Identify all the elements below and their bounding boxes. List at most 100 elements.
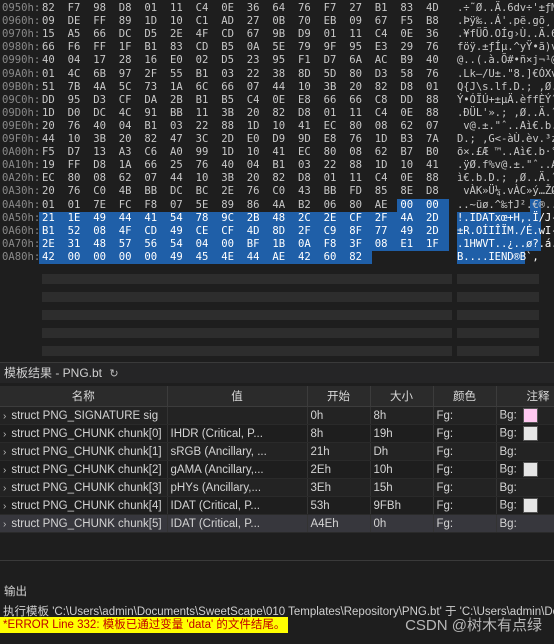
hex-byte[interactable]: 1D [221,146,235,159]
hex-byte[interactable]: 62 [119,172,133,185]
hex-row-ascii[interactable]: õ×.£Æ ™..Aì€.b·° [457,146,554,159]
hex-row-ascii[interactable]: D.; ‚G<-àÙ.èv.³z [457,133,554,146]
hex-byte[interactable]: 82 [375,81,389,94]
hex-byte[interactable]: 22 [196,120,210,133]
hex-row[interactable]: 0950h: 82 F7 98 D8 01 11 C4 0E 36 64 76 F7 27 B1 83 4D .÷… [0,2,554,15]
hex-byte[interactable]: 97 [119,68,133,81]
hex-byte[interactable]: C4 [196,2,210,15]
hex-byte[interactable]: 20 [42,185,56,198]
hex-byte[interactable]: 86 [247,199,261,212]
hex-byte[interactable]: 57 [119,238,133,251]
template-row[interactable]: › struct PNG_CHUNK chunk[2] gAMA (Ancillar… [0,460,554,479]
hex-byte[interactable]: 88 [426,94,440,107]
refresh-icon[interactable]: ↻ [109,364,118,384]
hex-byte[interactable]: 85 [375,185,389,198]
hex-byte[interactable]: D5 [221,54,235,67]
hex-row-ascii[interactable]: ..~üø.^‰†J².€®.. [457,199,554,212]
hex-byte[interactable]: 66 [221,81,235,94]
hex-byte[interactable]: 03 [298,159,312,172]
hex-byte[interactable]: 60 [324,251,338,264]
chevron-right-icon[interactable]: › [3,411,6,422]
hex-byte[interactable]: 83 [400,2,414,15]
hex-byte[interactable]: 3F [349,238,363,251]
hex-byte[interactable]: 04 [196,238,210,251]
hex-byte[interactable]: 76 [426,41,440,54]
hex-row[interactable]: 0980h: 66 F6 FF 1F B1 83 CD B5 0A 5E 79 9F 95 E3 29 76 fö… [0,41,554,54]
hex-byte[interactable]: 10 [272,120,286,133]
hex-byte[interactable]: 2D [221,133,235,146]
hex-byte[interactable]: 2F [298,225,312,238]
hex-byte[interactable]: 08 [93,172,107,185]
hex-byte[interactable]: 79 [298,41,312,54]
chevron-right-icon[interactable]: › [3,483,6,494]
hex-byte[interactable]: 41 [298,120,312,133]
hex-byte[interactable]: B8 [426,15,440,28]
hex-byte[interactable]: DD [42,94,56,107]
hex-byte[interactable]: E0 [170,54,184,67]
hex-byte[interactable]: 0A [247,41,261,54]
hex-byte[interactable]: 4F [119,225,133,238]
hex-byte[interactable]: D5 [144,28,158,41]
hex-byte[interactable]: DC [170,185,184,198]
hex-byte[interactable]: F1 [298,54,312,67]
hex-byte[interactable]: B2 [298,199,312,212]
hex-byte[interactable]: 98 [93,2,107,15]
template-row[interactable]: › struct PNG_CHUNK chunk[0] IHDR (Critical… [0,424,554,443]
hex-byte[interactable]: 66 [324,94,338,107]
template-row[interactable]: › struct PNG_SIGNATURE sig 0h 8h Fg: Bg: [0,406,554,425]
hex-byte[interactable]: 09 [349,15,363,28]
hex-byte[interactable]: 49 [170,225,184,238]
hex-row-ascii[interactable]: @..(.à.Õ#•ñ×j¬¹@ [457,54,554,67]
template-row-bg[interactable]: Bg: [496,478,554,497]
hex-row-ascii[interactable]: .ÐÜL'».; ‚Ø..Ä.ˆ [457,107,554,120]
hex-row[interactable]: 0A40h: 01 01 7E FC F8 07 5E 89 86 4A B2 06 80 AE 00 00..… [0,198,554,212]
hex-byte[interactable]: 1D [144,15,158,28]
hex-byte[interactable]: 7E [93,199,107,212]
hex-byte[interactable]: 4C [68,68,82,81]
hex-row-ascii[interactable]: .ÿØ.f%v@.±."ˆ..A [457,159,554,172]
hex-byte[interactable]: C6 [144,146,158,159]
hex-byte[interactable]: 76 [298,2,312,15]
column-header-start[interactable]: 开始 [307,386,371,407]
hex-row[interactable]: 0A20h: EC 80 08 62 07 44 10 3B 20 82 D8 01 11 C4 0E 88 ì€… [0,172,554,185]
hex-byte[interactable]: D8 [298,172,312,185]
chevron-right-icon[interactable]: › [3,429,6,440]
template-row-bg[interactable]: Bg: [496,442,554,461]
hex-row[interactable]: 0990h: 40 04 17 28 16 E0 02 D5 23 95 F1 D7 6A AC B9 40 @.… [0,54,554,67]
hex-byte[interactable]: 76 [247,185,261,198]
template-row-name[interactable]: › struct PNG_CHUNK chunk[0] [0,424,168,443]
hex-byte[interactable]: 4F [196,28,210,41]
hex-row-ascii[interactable]: .Lk—/U±."8.]€ÓXv [457,68,554,81]
template-row-bg[interactable]: Bg: [496,424,554,443]
hex-byte[interactable]: 91 [144,107,158,120]
hex-byte[interactable]: 11 [349,172,363,185]
template-row-bg[interactable]: Bg: [496,514,554,533]
hex-byte[interactable]: 4A [272,199,286,212]
hex-byte[interactable]: 08 [349,146,363,159]
hex-byte[interactable]: D9 [272,133,286,146]
hex-byte[interactable]: 06 [324,199,338,212]
hex-byte[interactable]: 01 [324,28,338,41]
hex-byte[interactable]: CF [221,225,235,238]
hex-byte[interactable]: E8 [298,94,312,107]
hex-byte[interactable]: B1 [144,41,158,54]
hex-byte[interactable]: CD [196,41,210,54]
hex-byte[interactable]: F7 [68,2,82,15]
hex-byte[interactable]: 88 [349,159,363,172]
hex-byte[interactable]: 78 [196,212,210,225]
column-header-size[interactable]: 大小 [370,386,434,407]
hex-byte[interactable]: 20 [247,172,261,185]
hex-byte[interactable]: 5E [272,41,286,54]
hex-byte[interactable]: EC [42,172,56,185]
hex-row-ascii[interactable]: ì€.b.D.; ‚Ø..Ä.ˆ [457,172,554,185]
hex-byte[interactable]: 5D [324,68,338,81]
hex-byte[interactable]: 80 [68,172,82,185]
hex-byte[interactable]: 1F [119,41,133,54]
hex-byte[interactable]: 04 [68,54,82,67]
hex-byte[interactable]: 99 [196,146,210,159]
hex-byte[interactable]: 1F [426,238,440,251]
hex-byte[interactable]: 1E [68,212,82,225]
template-row[interactable]: › struct PNG_CHUNK chunk[3] pHYs (Ancillar… [0,478,554,497]
hex-byte[interactable]: C4 [375,107,389,120]
hex-byte[interactable]: 23 [247,54,261,67]
